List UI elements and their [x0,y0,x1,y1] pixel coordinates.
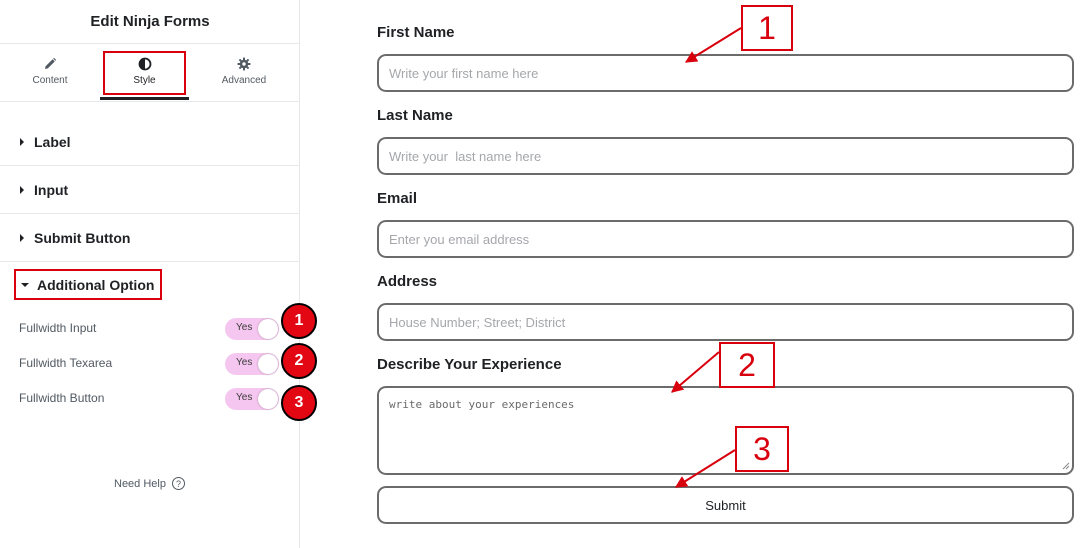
experience-label: Describe Your Experience [377,356,562,373]
last-name-label: Last Name [377,107,453,124]
toggle-knob [258,354,278,374]
option-fullwidth-input: Fullwidth Input Yes [19,318,299,340]
caret-down-icon [21,282,29,287]
need-help-link[interactable]: Need Help ? [114,477,185,490]
option-fullwidth-button: Fullwidth Button Yes [19,388,299,410]
option-label: Fullwidth Button [19,391,105,405]
section-input-title: Input [34,181,69,198]
section-label[interactable]: Label [0,118,300,166]
annotation-callout-1: 1 [741,5,793,51]
need-help-label: Need Help [114,477,166,490]
fullwidth-textarea-toggle[interactable]: Yes [225,353,279,375]
section-additional-title: Additional Option [37,276,155,293]
submit-button[interactable]: Submit [377,486,1074,524]
resize-grip-icon[interactable] [1062,462,1070,470]
toggle-knob [258,319,278,339]
gear-icon [237,57,251,71]
annotation-callout-2: 2 [719,342,775,388]
caret-right-icon [20,185,24,194]
email-input[interactable] [377,220,1074,258]
option-label: Fullwidth Texarea [19,356,113,370]
annotation-badge-2: 2 [281,343,317,379]
email-label: Email [377,190,418,207]
annotation-badge-1: 1 [281,303,317,339]
tabs-divider [0,101,300,102]
experience-textarea[interactable] [377,386,1074,475]
annotation-badge-3: 3 [281,385,317,421]
first-name-input[interactable] [377,54,1074,92]
section-label-title: Label [34,133,71,150]
section-submit-button[interactable]: Submit Button [0,214,300,262]
fullwidth-input-toggle[interactable]: Yes [225,318,279,340]
tab-content[interactable]: Content [2,44,98,101]
toggle-text: Yes [236,357,253,368]
editor-sidebar: Edit Ninja Forms Content Style Advanced [0,0,300,548]
address-label: Address [377,273,438,290]
option-label: Fullwidth Input [19,321,97,335]
toggle-knob [258,389,278,409]
option-fullwidth-textarea: Fullwidth Texarea Yes [19,353,299,375]
address-input[interactable] [377,303,1074,341]
toggle-text: Yes [236,392,253,403]
pencil-icon [45,57,57,69]
toggle-text: Yes [236,322,253,333]
style-tab-highlight-box [103,51,186,95]
section-input[interactable]: Input [0,166,300,214]
fullwidth-button-toggle[interactable]: Yes [225,388,279,410]
question-icon: ? [171,477,185,490]
tab-advanced[interactable]: Advanced [196,44,292,101]
sidebar-title: Edit Ninja Forms [0,0,300,44]
section-additional-option[interactable]: Additional Option [14,269,162,300]
active-tab-underline [100,97,189,100]
annotation-callout-3: 3 [735,426,789,472]
first-name-label: First Name [377,24,455,41]
section-submit-title: Submit Button [34,229,131,246]
last-name-input[interactable] [377,137,1074,175]
caret-right-icon [20,137,24,146]
tab-content-label: Content [32,75,68,86]
tab-advanced-label: Advanced [221,75,267,86]
caret-right-icon [20,233,24,242]
